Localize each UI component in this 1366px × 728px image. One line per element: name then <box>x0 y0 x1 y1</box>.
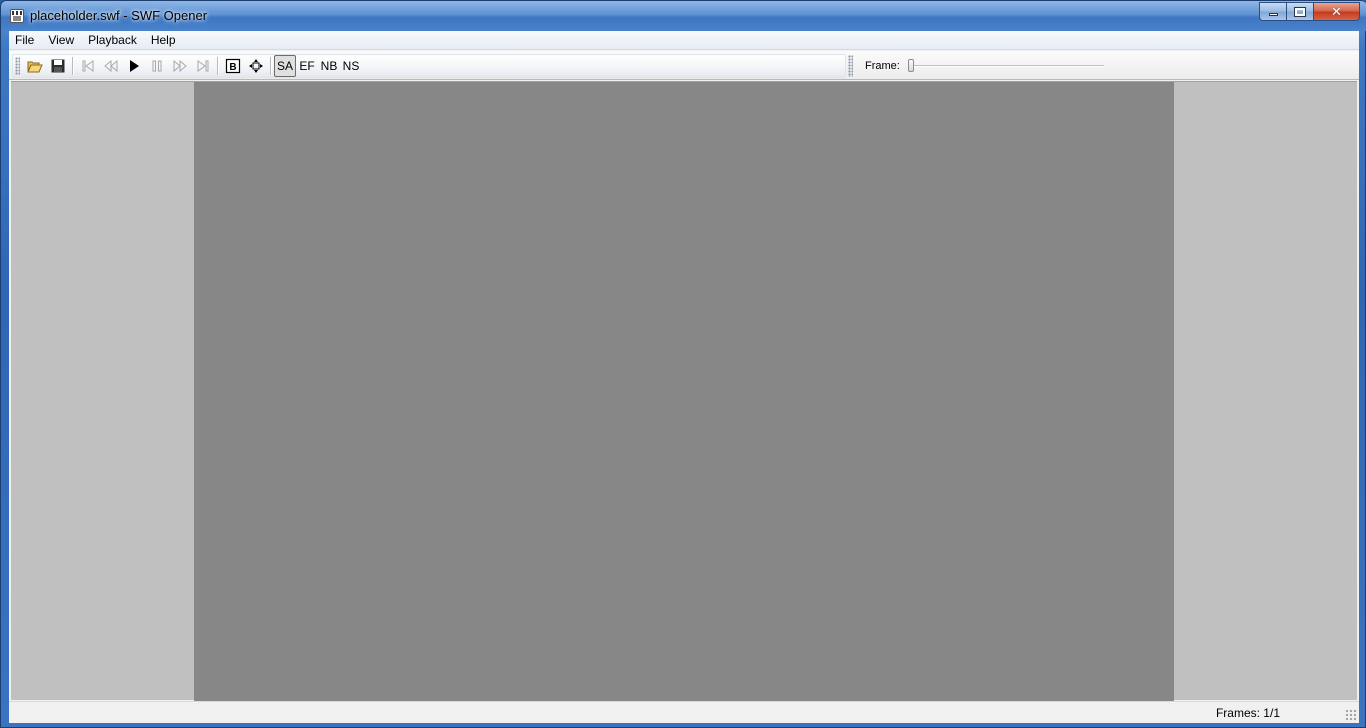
player-view <box>11 81 1357 701</box>
play-icon <box>129 60 139 72</box>
frame-slider[interactable] <box>907 58 1104 74</box>
fast-forward-button[interactable] <box>168 55 191 77</box>
frame-slider-thumb[interactable] <box>907 59 914 72</box>
swf-stage[interactable] <box>194 82 1174 701</box>
border-icon: B <box>225 58 240 74</box>
pause-button[interactable] <box>145 55 168 77</box>
toolbar-separator <box>217 57 218 75</box>
frame-toolbar: Frame: <box>848 53 1357 79</box>
first-frame-button[interactable] <box>76 55 99 77</box>
status-bar: Frames: 1/1 <box>9 701 1359 723</box>
toolbar-separator <box>72 57 73 75</box>
menu-bar: File View Playback Help <box>9 31 1359 50</box>
open-button[interactable] <box>23 55 46 77</box>
open-folder-icon <box>26 61 43 73</box>
resize-grip[interactable] <box>1345 709 1357 721</box>
svg-text:B: B <box>229 62 236 73</box>
frame-slider-track[interactable] <box>907 65 1104 67</box>
save-icon <box>51 59 64 73</box>
frame-toolbar-grip[interactable] <box>848 55 853 77</box>
menu-file[interactable]: File <box>9 31 41 49</box>
title-bar[interactable]: placeholder.swf - SWF Opener ✕ <box>1 1 1366 31</box>
nb-button[interactable]: NB <box>318 55 340 77</box>
app-icon[interactable] <box>10 9 24 23</box>
toolbar-row: B SA EF NB NS Frame: <box>9 51 1359 80</box>
frames-count: Frames: 1/1 <box>1215 706 1280 720</box>
save-button[interactable] <box>46 55 69 77</box>
menu-view[interactable]: View <box>41 31 81 49</box>
rewind-button[interactable] <box>99 55 122 77</box>
client-area: File View Playback Help B SA EF NB NS Fr… <box>9 31 1359 723</box>
fit-view-button[interactable] <box>244 55 267 77</box>
border-button[interactable]: B <box>221 55 244 77</box>
menu-playback[interactable]: Playback <box>81 31 144 49</box>
ns-button[interactable]: NS <box>340 55 362 77</box>
app-window: placeholder.swf - SWF Opener ✕ File View… <box>0 0 1366 728</box>
last-frame-button[interactable] <box>191 55 214 77</box>
caption-buttons: ✕ <box>1259 2 1360 22</box>
minimize-button[interactable] <box>1259 2 1286 21</box>
maximize-icon <box>1294 6 1306 17</box>
sa-button[interactable]: SA <box>274 55 297 77</box>
close-icon: ✕ <box>1331 3 1342 19</box>
fast-forward-icon <box>173 59 187 73</box>
minimize-icon <box>1268 13 1278 16</box>
pause-icon <box>152 60 161 72</box>
window-title: placeholder.swf - SWF Opener <box>30 8 208 23</box>
frame-label: Frame: <box>865 60 900 72</box>
menu-help[interactable]: Help <box>144 31 183 49</box>
main-toolbar: B SA EF NB NS <box>12 54 846 78</box>
first-frame-icon <box>82 60 93 72</box>
close-button[interactable]: ✕ <box>1313 2 1360 21</box>
last-frame-icon <box>197 60 208 72</box>
toolbar-grip[interactable] <box>15 57 20 75</box>
toolbar-separator <box>270 57 271 75</box>
maximize-button[interactable] <box>1286 2 1313 21</box>
rewind-icon <box>103 59 117 73</box>
ef-button[interactable]: EF <box>296 55 318 77</box>
play-button[interactable] <box>122 55 145 77</box>
fit-view-icon <box>248 59 263 73</box>
